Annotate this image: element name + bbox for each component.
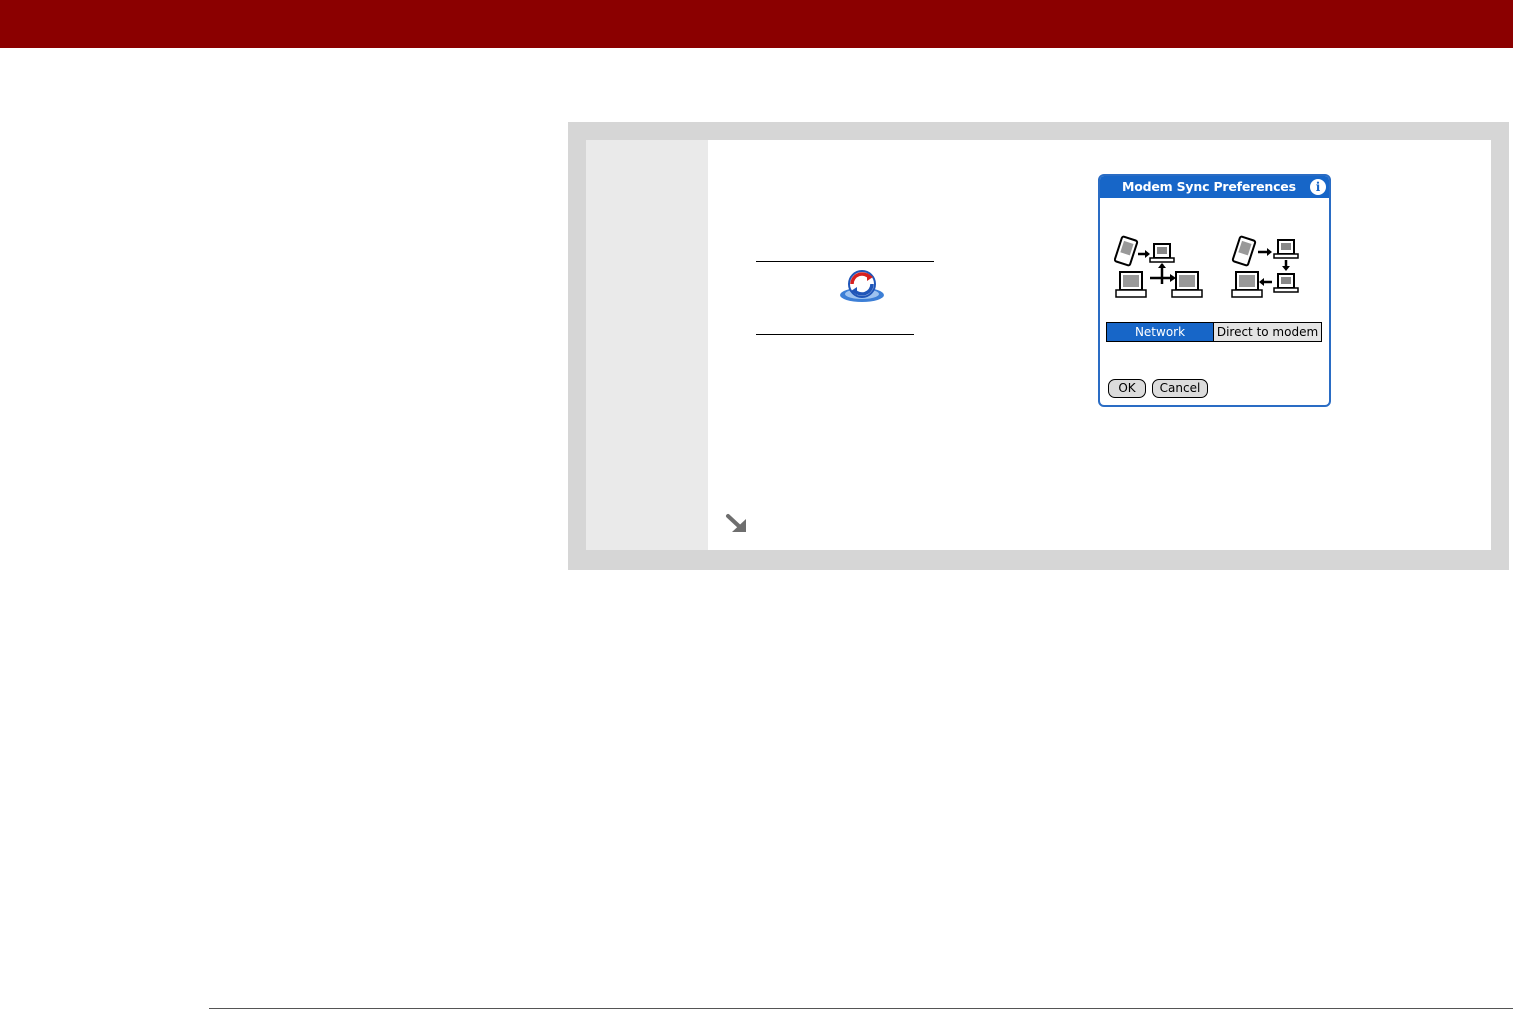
cancel-button[interactable]: Cancel: [1152, 379, 1208, 398]
direct-to-modem-option[interactable]: Direct to modem: [1214, 323, 1321, 341]
network-option[interactable]: Network: [1107, 323, 1214, 341]
hotsync-icon[interactable]: [838, 268, 886, 304]
modem-sync-preferences-dialog: Modem Sync Preferences i Network Direct …: [1098, 174, 1331, 407]
next-step-arrow-icon[interactable]: [724, 512, 752, 536]
link-underline[interactable]: [756, 261, 934, 262]
footer-rule: [209, 1008, 1513, 1009]
sync-mode-selector: Network Direct to modem: [1106, 322, 1322, 342]
network-sync-illustration: [1114, 235, 1203, 298]
link-underline[interactable]: [756, 334, 914, 335]
ok-button[interactable]: OK: [1108, 379, 1146, 398]
step-content: Modem Sync Preferences i Network Direct …: [708, 140, 1491, 550]
header-bar: [0, 0, 1513, 48]
dialog-title: Modem Sync Preferences: [1122, 179, 1296, 194]
info-icon[interactable]: i: [1310, 179, 1326, 195]
step-panel: Modem Sync Preferences i Network Direct …: [568, 122, 1509, 570]
dialog-titlebar: Modem Sync Preferences i: [1100, 176, 1329, 198]
step-number-column: [586, 140, 708, 550]
direct-modem-illustration: [1231, 235, 1299, 298]
